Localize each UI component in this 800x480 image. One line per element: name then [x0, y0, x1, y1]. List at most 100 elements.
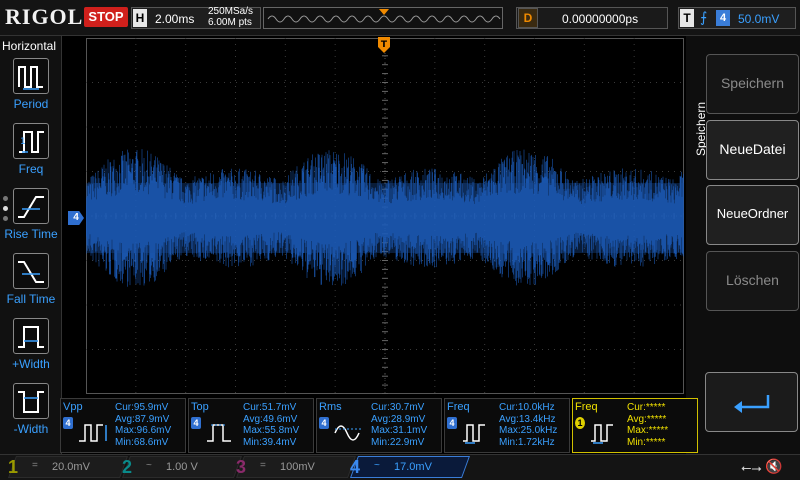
channel-scale: 20.0mV — [52, 461, 90, 473]
horizontal-badge: H — [133, 9, 147, 27]
channel-scale: 100mV — [280, 461, 315, 473]
svg-text:1: 1 — [20, 137, 26, 147]
rise-time-icon — [13, 188, 49, 224]
channel-number: 1 — [8, 457, 19, 477]
measurement-values: Cur:10.0kHz Avg:13.4kHz Max:25.0kHz Min:1.7… — [499, 402, 557, 448]
fall-time-icon — [13, 253, 49, 289]
measurement-channel-badge: 4 — [63, 417, 73, 429]
usb-icon: ⭠⭢ — [741, 460, 762, 475]
channel-number: 3 — [236, 457, 247, 477]
freq-icon — [591, 424, 613, 444]
trigger-badge: T — [680, 9, 694, 27]
speichern-label: Speichern — [720, 75, 785, 91]
sample-rate: 250MSa/s — [208, 6, 254, 17]
measurement-average: Avg:87.9mV — [115, 413, 170, 425]
sidebar-item-fall-time[interactable]: Fall Time — [0, 249, 62, 311]
measurement-maximum: Max:31.1mV — [371, 425, 428, 436]
channel-scale: 17.0mV — [394, 461, 432, 473]
rising-edge-icon: ⨍ — [700, 9, 708, 25]
return-arrow-icon — [734, 395, 770, 413]
channel-4-offset-marker[interactable]: 4 — [68, 211, 84, 225]
neue-ordner-label: NeueOrdner — [716, 206, 789, 221]
measurement-channel-badge: 4 — [447, 417, 457, 429]
speaker-mute-icon[interactable]: 🔇 — [765, 458, 782, 475]
top-status-bar: RIGOL STOP H 2.00ms 250MSa/s 6.00M pts D… — [0, 0, 800, 36]
measurement-values: Cur:30.7mV Avg:28.9mV Max:31.1mV Min:22.9mV — [371, 402, 427, 448]
memory-depth: 6.00M pts — [208, 17, 252, 28]
sidebar-label-freq: Freq — [18, 162, 44, 176]
measurement-item[interactable]: Freq 4 Cur:10.0kHz Avg:13.4kHz Max:25.0kHz Mi… — [444, 398, 570, 453]
svg-text:T: T — [381, 40, 388, 50]
neue-ordner-button[interactable]: NeueOrdner — [706, 185, 799, 245]
measurement-maximum: Max:25.0kHz — [499, 425, 558, 436]
channel-scale: 1.00 V — [166, 461, 198, 473]
measurement-current: Cur:51.7mV — [243, 402, 297, 413]
loeschen-button[interactable]: Löschen — [706, 251, 799, 311]
measurement-channel-badge: 1 — [575, 417, 585, 429]
freq-icon — [463, 424, 485, 444]
measurement-item[interactable]: Top 4 Cur:51.7mV Avg:49.6mV Max:55.8mV Min:39… — [188, 398, 314, 453]
sidebar-title: Horizontal — [2, 39, 57, 53]
acquisition-info: 250MSa/s 6.00M pts — [208, 6, 253, 28]
measurement-values: Cur:***** Avg:***** Max:***** Min:***** — [627, 402, 668, 448]
measurement-average: Avg:13.4kHz — [499, 413, 556, 425]
speichern-button[interactable]: Speichern — [706, 54, 799, 114]
measurement-current: Cur:95.9mV — [115, 402, 169, 413]
channel-coupling: ~ — [374, 460, 380, 471]
neue-datei-label: NeueDatei — [719, 141, 786, 157]
vpp-icon — [79, 424, 107, 442]
sidebar-item-negative-width[interactable]: -Width — [0, 379, 62, 441]
measurement-name: Rms — [319, 401, 342, 413]
top-icon — [207, 424, 231, 442]
sidebar-label-positive-width: +Width — [12, 357, 50, 371]
channel-coupling: ~ — [146, 460, 152, 471]
frequency-icon: 1 — [13, 123, 49, 159]
trigger-position-marker[interactable]: T — [377, 37, 391, 53]
timebase-value: 2.00ms — [155, 12, 195, 26]
rms-icon — [334, 425, 363, 441]
back-button[interactable] — [705, 372, 798, 432]
positive-width-icon — [13, 318, 49, 354]
trigger-source: 4 — [716, 10, 730, 26]
sidebar-item-rise-time[interactable]: Rise Time — [0, 184, 62, 246]
negative-width-icon — [13, 383, 49, 419]
overview-waveform-icon — [267, 9, 501, 23]
measure-sidebar: Horizontal Period 1 Freq Rise Time Fall … — [0, 36, 62, 454]
measurement-channel-badge: 4 — [191, 417, 201, 429]
run-stop-status[interactable]: STOP — [84, 7, 128, 27]
sidebar-item-freq[interactable]: 1 Freq — [0, 119, 62, 181]
sidebar-label-period: Period — [13, 97, 49, 111]
measurement-maximum: Max:***** — [627, 425, 669, 436]
measurement-item[interactable]: Rms 4 Cur:30.7mV Avg:28.9mV Max:31.1mV Min:22… — [316, 398, 442, 453]
measurement-average: Avg:49.6mV — [243, 413, 298, 425]
measurement-maximum: Max:55.8mV — [243, 425, 300, 436]
measurement-maximum: Max:96.6mV — [115, 425, 172, 436]
channel-number: 2 — [122, 457, 133, 477]
sidebar-item-period[interactable]: Period — [0, 54, 62, 116]
measurement-current: Cur:30.7mV — [371, 402, 425, 413]
memory-waveform-overview — [263, 7, 503, 29]
measurement-name: Freq — [447, 401, 470, 413]
channel-number: 4 — [350, 457, 361, 477]
brand-logo: RIGOL — [5, 4, 84, 29]
trigger-delay-value: 0.00000000ps — [562, 12, 639, 26]
loeschen-label: Löschen — [726, 272, 779, 288]
delay-badge: D — [518, 8, 538, 28]
measurement-name: Freq — [575, 401, 598, 413]
sidebar-label-negative-width: -Width — [13, 422, 49, 436]
measurement-values: Cur:51.7mV Avg:49.6mV Max:55.8mV Min:39.4mV — [243, 402, 299, 448]
waveform-display[interactable] — [86, 38, 684, 394]
measurement-channel-badge: 4 — [319, 417, 329, 429]
neue-datei-button[interactable]: NeueDatei — [706, 120, 799, 180]
sidebar-item-positive-width[interactable]: +Width — [0, 314, 62, 376]
channel-coupling: = — [260, 460, 266, 471]
measurement-item[interactable]: Vpp 4 Cur:95.9mV Avg:87.9mV Max:96.6mV Min:68… — [60, 398, 186, 453]
measurement-minimum: Min:***** — [627, 436, 666, 448]
sidebar-label-rise-time: Rise Time — [4, 227, 58, 241]
measurement-average: Avg:28.9mV — [371, 413, 426, 425]
measurement-item[interactable]: Freq 1 Cur:***** Avg:***** Max:***** Min:****… — [572, 398, 698, 453]
measurement-minimum: Min:22.9mV — [371, 436, 425, 448]
measurement-current: Cur:10.0kHz — [499, 402, 555, 413]
measurement-name: Vpp — [63, 401, 83, 413]
measurement-name: Top — [191, 401, 209, 413]
